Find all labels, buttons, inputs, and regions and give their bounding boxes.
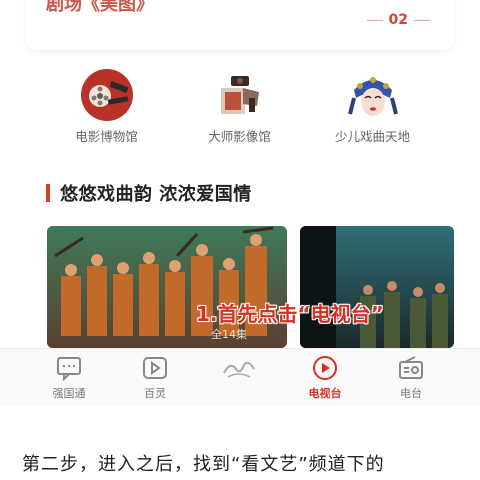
feature-label: 电影博物馆 <box>75 129 138 144</box>
nav-label: 强国通 <box>52 387 86 400</box>
nav-label: 电视台 <box>308 387 342 400</box>
nav-item-radio[interactable]: 电台 <box>376 355 446 403</box>
instruction-overlay: 1.首先点击“电视台” <box>196 302 384 326</box>
chat-icon <box>55 355 83 382</box>
nav-item-tv-station[interactable]: 电视台 <box>290 355 360 403</box>
study-logo-icon <box>220 355 260 381</box>
instruction-caption: 第二步，进入之后，找到“看文艺”频道下的 <box>22 454 385 475</box>
play-icon <box>311 355 339 381</box>
divider-right <box>414 19 430 21</box>
feature-children-opera[interactable]: 少儿戏曲天地 <box>306 62 439 150</box>
top-section-card: 剧场《美图》 02 <box>26 0 454 50</box>
film-reel-icon <box>80 68 134 122</box>
section-accent-bar <box>46 184 50 202</box>
radio-icon <box>397 355 425 381</box>
nav-item-bailing[interactable]: 百灵 <box>120 355 190 403</box>
top-section-title: 剧场《美图》 <box>46 0 154 15</box>
nav-label: 百灵 <box>144 387 166 400</box>
feature-film-museum[interactable]: 电影博物馆 <box>40 62 173 150</box>
section-header: 悠悠戏曲韵 浓浓爱国情 <box>46 180 252 206</box>
feature-icon-row: 电影博物馆 大师影像馆 少儿戏曲天地 <box>40 62 440 152</box>
video-card-scene[interactable] <box>300 226 454 348</box>
section-number: 02 <box>361 12 436 28</box>
nav-item-qiangguotong[interactable]: 强国通 <box>34 355 104 403</box>
feature-label: 大师影像馆 <box>208 129 271 144</box>
section-title: 悠悠戏曲韵 浓浓爱国情 <box>60 184 252 205</box>
nav-label: 电台 <box>400 387 422 400</box>
lark-icon <box>141 355 169 381</box>
nav-item-study[interactable] <box>205 355 275 403</box>
opera-mask-icon <box>346 68 400 122</box>
bottom-nav-bar: 强国通 百灵 电视台 电台 <box>0 348 480 406</box>
feature-master-gallery[interactable]: 大师影像馆 <box>173 62 306 150</box>
video-card-opera-stage[interactable]: 全14集 <box>47 226 287 348</box>
master-gallery-icon <box>213 68 267 122</box>
stage-thumbnail <box>47 226 287 348</box>
feature-label: 少儿戏曲天地 <box>334 129 410 144</box>
divider-left <box>366 19 383 21</box>
scene-thumbnail <box>300 226 454 348</box>
section-number-text: 02 <box>388 12 408 28</box>
episode-count: 全14集 <box>211 328 247 341</box>
